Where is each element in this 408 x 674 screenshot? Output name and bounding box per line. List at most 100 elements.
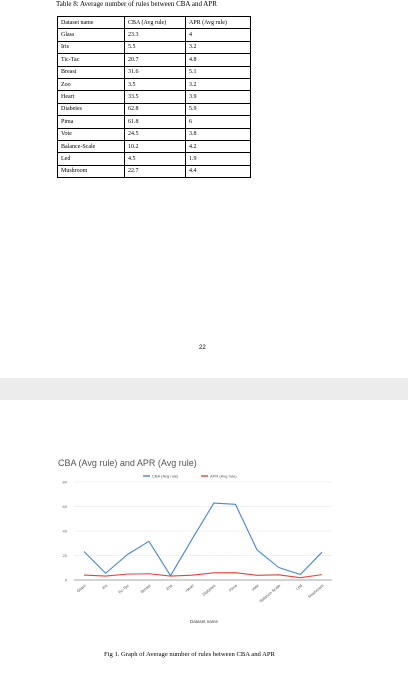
x-axis-title: Dataset name: [190, 619, 219, 624]
header-apr: APR (Avg rule): [185, 15, 251, 30]
cell-cba-value: 5.5: [124, 40, 186, 55]
y-tick-label: 0: [65, 578, 68, 583]
cell-cba-value: 33.5: [124, 90, 186, 104]
figure-caption: Fig 1. Graph of Average number of rules …: [104, 651, 275, 658]
cell-apr-value: 4.2: [185, 139, 251, 154]
table-row: Diabetes 62.8 5.9: [57, 102, 251, 117]
cell-cba-value: 10.2: [124, 139, 186, 154]
data-point-apr: [213, 572, 215, 574]
legend-label: APR (Avg rule): [210, 474, 237, 479]
data-point-cba: [321, 551, 323, 553]
x-tick-label: Led: [295, 583, 303, 591]
rules-table: Dataset name CBA (Avg rule) APR (Avg rul…: [57, 15, 251, 179]
cell-cba-value: 22.7: [124, 164, 186, 179]
cell-cba-value: 31.6: [124, 65, 186, 79]
x-tick-label: Mushroom: [307, 583, 325, 599]
cell-cba-value: 24.5: [124, 127, 186, 141]
x-tick-label: Vote: [250, 582, 260, 591]
cell-dataset-name: Pima: [57, 115, 125, 129]
data-point-apr: [148, 573, 150, 575]
cell-apr-value: 3.2: [185, 40, 251, 55]
data-point-apr: [83, 574, 85, 576]
table-row: Pima 61.8 6: [57, 115, 251, 129]
header-dataset-name: Dataset name: [57, 15, 125, 30]
cell-apr-value: 3.9: [185, 90, 251, 104]
cell-apr-value: 5.1: [185, 65, 251, 79]
cell-dataset-name: Led: [57, 152, 125, 166]
data-point-cba: [256, 549, 258, 551]
cell-cba-value: 23.3: [124, 28, 186, 42]
y-tick-label: 80: [63, 480, 68, 485]
page-gap: [0, 378, 408, 400]
table-row: Led 4.5 1.9: [57, 152, 251, 166]
table-row: Iris 5.5 3.2: [57, 40, 251, 55]
data-point-cba: [126, 554, 128, 556]
cell-apr-value: 6: [185, 115, 251, 129]
header-cba: CBA (Avg rule): [124, 15, 186, 30]
x-tick-label: Heart: [184, 582, 195, 593]
cell-dataset-name: Heart: [57, 90, 125, 104]
cell-dataset-name: Glass: [57, 28, 125, 42]
data-point-apr: [278, 574, 280, 576]
cell-dataset-name: Balance-Scale: [57, 139, 125, 154]
y-tick-label: 60: [63, 504, 68, 509]
data-point-apr: [105, 575, 107, 577]
line-chart: CBA (Avg rule) and APR (Avg rule) CBA (A…: [58, 458, 332, 624]
page-number: 22: [199, 345, 206, 351]
table-row: Breast 31.6 5.1: [57, 65, 251, 79]
data-point-cba: [213, 502, 215, 504]
series-line-apr: [83, 572, 323, 579]
cell-cba-value: 61.8: [124, 115, 186, 129]
x-tick-label: Zoo: [165, 582, 174, 591]
table-caption: Table 8: Average number of rules between…: [56, 0, 217, 8]
cell-apr-value: 4.8: [185, 53, 251, 67]
table-row: Heart 33.5 3.9: [57, 90, 251, 104]
cell-apr-value: 5.9: [185, 102, 251, 117]
data-point-apr: [191, 574, 193, 576]
data-point-apr: [321, 574, 323, 576]
cell-dataset-name: Mushroom: [57, 164, 125, 179]
cell-dataset-name: Vote: [57, 127, 125, 141]
document-page-1: Table 8: Average number of rules between…: [0, 0, 408, 378]
data-point-apr: [126, 573, 128, 575]
data-point-apr: [170, 575, 172, 577]
data-point-cba: [299, 574, 301, 576]
series-line-cba: [83, 502, 323, 577]
cell-apr-value: 1.9: [185, 152, 251, 166]
document-page-2: CBA (Avg rule) and APR (Avg rule) CBA (A…: [0, 400, 408, 674]
legend-label: CBA (Avg rule): [152, 474, 179, 479]
chart-title: CBA (Avg rule) and APR (Avg rule): [58, 458, 197, 468]
cell-apr-value: 3.2: [185, 77, 251, 92]
table-row: Balance-Scale 10.2 4.2: [57, 139, 251, 154]
x-tick-label: Tic-Tac: [117, 583, 130, 595]
data-point-cba: [83, 551, 85, 553]
table-row: Mushroom 22.7 4.4: [57, 164, 251, 179]
cell-dataset-name: Breast: [57, 65, 125, 79]
x-tick-label: Breast: [139, 582, 152, 594]
cell-cba-value: 62.8: [124, 102, 186, 117]
cell-cba-value: 3.5: [124, 77, 186, 92]
cell-dataset-name: Diabetes: [57, 102, 125, 117]
data-point-cba: [148, 540, 150, 542]
data-point-apr: [235, 572, 237, 574]
cell-dataset-name: Tic-Tac: [57, 53, 125, 67]
x-tick-label: Iris: [101, 583, 108, 590]
cell-cba-value: 20.7: [124, 53, 186, 67]
x-tick-label: Glass: [76, 583, 87, 593]
cell-dataset-name: Zoo: [57, 77, 125, 92]
table-row: Glass 23.3 4: [57, 28, 251, 42]
data-point-cba: [191, 538, 193, 540]
x-tick-label: Balance-Scale: [258, 582, 282, 603]
cell-apr-value: 4.4: [185, 164, 251, 179]
cell-dataset-name: Iris: [57, 40, 125, 55]
cell-apr-value: 4: [185, 28, 251, 42]
cell-apr-value: 3.8: [185, 127, 251, 141]
y-tick-label: 40: [63, 529, 68, 534]
x-tick-label: Pima: [228, 582, 239, 592]
table-row: Vote 24.5 3.8: [57, 127, 251, 141]
cell-cba-value: 4.5: [124, 152, 186, 166]
table-row: Zoo 3.5 3.2: [57, 77, 251, 92]
x-tick-label: Diabetes: [201, 583, 216, 597]
data-point-cba: [278, 567, 280, 569]
data-point-apr: [256, 574, 258, 576]
